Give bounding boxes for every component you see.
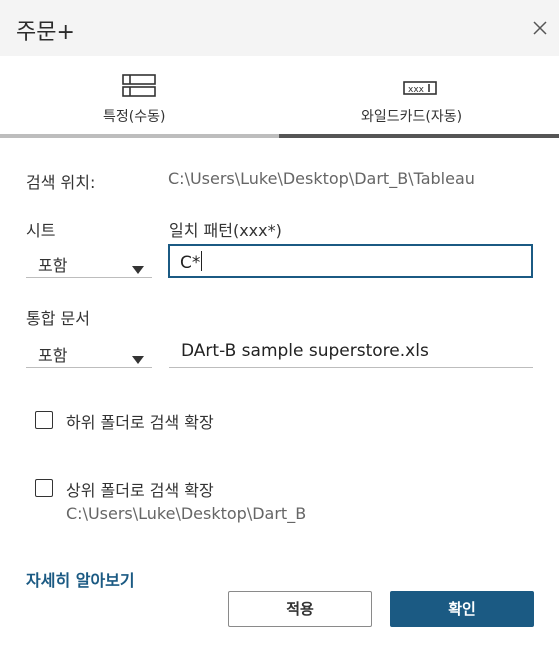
pattern-label: 일치 패턴(xxx*) bbox=[169, 221, 282, 240]
wildcard-icon: xxx bbox=[403, 80, 437, 99]
tab-underline-active bbox=[279, 134, 559, 138]
input-value: DArt-B sample superstore.xls bbox=[181, 341, 429, 361]
select-value: 포함 bbox=[38, 256, 68, 275]
subfolders-label: 하위 폴더로 검색 확장 bbox=[66, 413, 214, 432]
close-icon[interactable] bbox=[528, 16, 552, 40]
tab-label: 와일드카드(자동) bbox=[361, 109, 463, 125]
dialog-title: 주문+ bbox=[16, 20, 75, 45]
subfolders-checkbox[interactable] bbox=[35, 411, 53, 429]
union-files-include-select[interactable]: 포함 bbox=[26, 337, 152, 368]
parent-folder-path: C:\Users\Luke\Desktop\Dart_B bbox=[66, 504, 307, 523]
tab-wildcard-auto[interactable]: xxx 와일드카드(자동) bbox=[279, 56, 559, 138]
tab-specific-manual[interactable]: 특정(수동) bbox=[0, 56, 279, 138]
parent-folder-label: 상위 폴더로 검색 확장 bbox=[66, 481, 214, 500]
learn-more-link[interactable]: 자세히 알아보기 bbox=[26, 567, 135, 591]
union-files-label: 통합 문서 bbox=[26, 309, 90, 328]
list-icon bbox=[122, 74, 156, 102]
union-file-pattern-input[interactable]: DArt-B sample superstore.xls bbox=[169, 337, 533, 368]
svg-text:xxx: xxx bbox=[408, 85, 425, 95]
search-location-label: 검색 위치: bbox=[26, 173, 96, 192]
tab-underline bbox=[0, 134, 279, 138]
input-value: C* bbox=[180, 251, 203, 273]
caret-down-icon bbox=[132, 349, 144, 368]
ok-button[interactable]: 확인 bbox=[390, 591, 534, 627]
sheets-label: 시트 bbox=[26, 221, 56, 240]
dialog-titlebar: 주문+ bbox=[0, 0, 559, 56]
parent-folder-checkbox[interactable] bbox=[35, 479, 53, 497]
apply-button[interactable]: 적용 bbox=[228, 591, 372, 627]
text-caret bbox=[201, 251, 203, 271]
select-value: 포함 bbox=[38, 346, 68, 365]
sheet-pattern-input[interactable]: C* bbox=[168, 244, 533, 278]
caret-down-icon bbox=[132, 259, 144, 278]
tab-label: 특정(수동) bbox=[103, 109, 166, 125]
search-location-path: C:\Users\Luke\Desktop\Dart_B\Tableau bbox=[168, 169, 475, 188]
sheets-include-select[interactable]: 포함 bbox=[26, 247, 152, 278]
mode-tabs: 특정(수동) xxx 와일드카드(자동) bbox=[0, 56, 559, 138]
